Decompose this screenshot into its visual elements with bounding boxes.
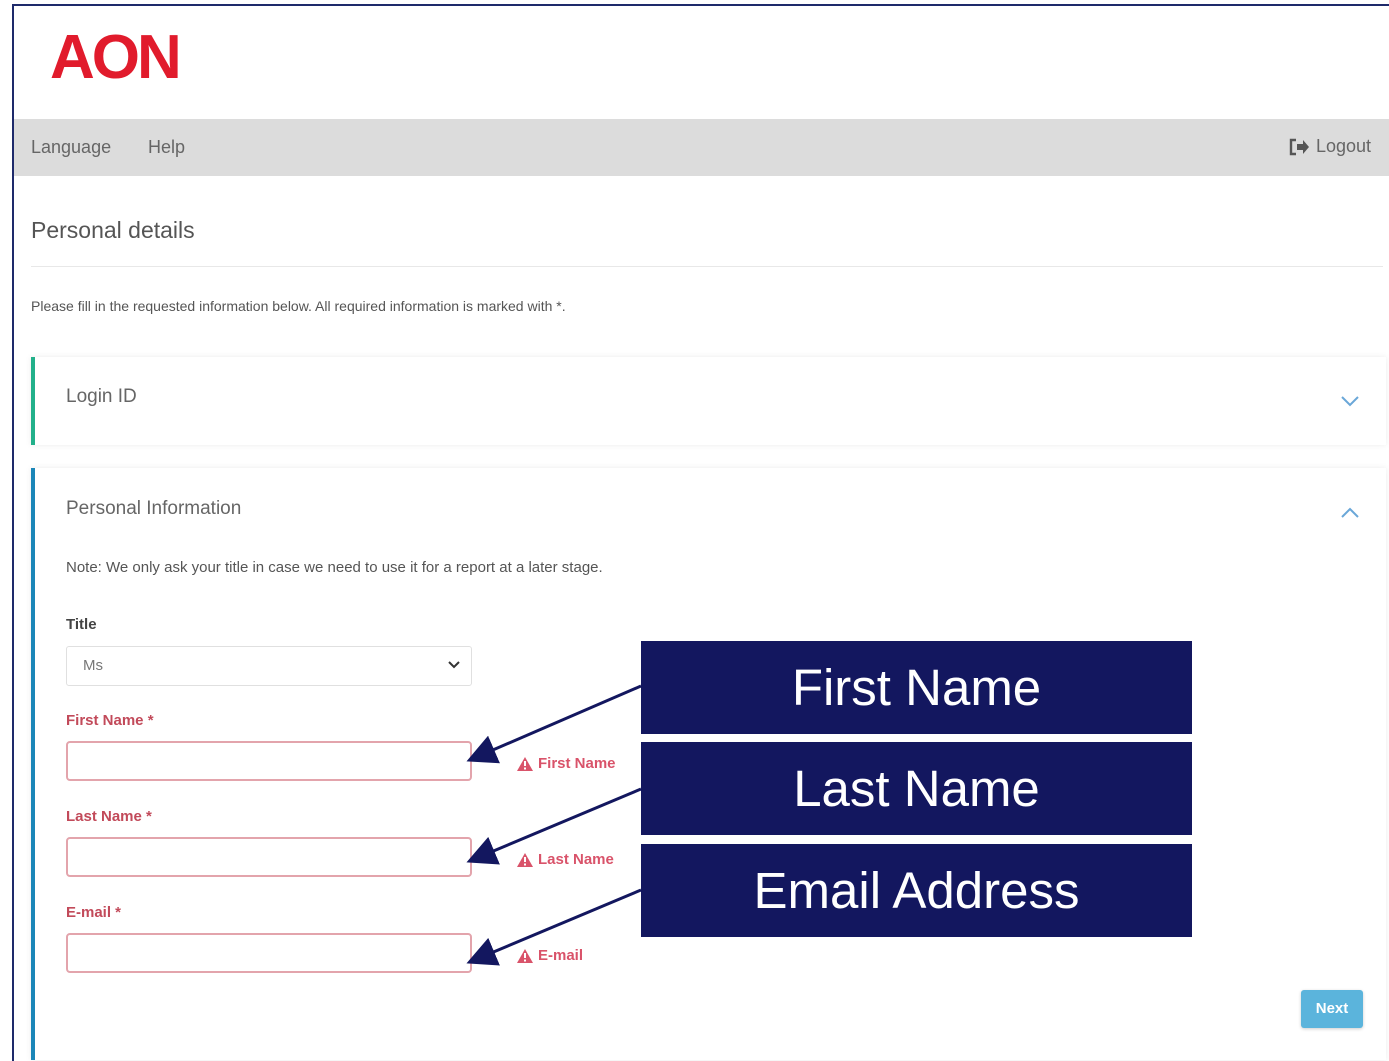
nav-language[interactable]: Language bbox=[31, 137, 111, 158]
callout-last-name: Last Name bbox=[641, 742, 1192, 835]
login-id-panel[interactable]: Login ID bbox=[31, 357, 1386, 445]
callout-email: Email Address bbox=[641, 844, 1192, 937]
logout-icon bbox=[1289, 138, 1309, 155]
instructions-text: Please fill in the requested information… bbox=[31, 298, 566, 314]
first-name-input[interactable] bbox=[66, 741, 472, 781]
callout-first-name: First Name bbox=[641, 641, 1192, 734]
page-title: Personal details bbox=[31, 217, 195, 243]
personal-information-title: Personal Information bbox=[66, 498, 242, 519]
next-button[interactable]: Next bbox=[1301, 990, 1363, 1028]
first-name-error: First Name bbox=[516, 755, 616, 772]
warning-icon bbox=[517, 852, 533, 867]
title-note: Note: We only ask your title in case we … bbox=[66, 559, 603, 576]
email-label: E-mail * bbox=[66, 904, 122, 921]
warning-icon bbox=[517, 756, 533, 771]
email-error: E-mail bbox=[516, 947, 583, 964]
title-select[interactable]: Ms bbox=[66, 646, 472, 686]
last-name-error: Last Name bbox=[516, 851, 614, 868]
title-label: Title bbox=[66, 616, 97, 633]
first-name-error-text: First Name bbox=[538, 755, 616, 772]
email-input[interactable] bbox=[66, 933, 472, 973]
first-name-label: First Name * bbox=[66, 712, 154, 729]
chevron-down-icon[interactable] bbox=[1339, 390, 1361, 412]
logout-label: Logout bbox=[1315, 136, 1371, 156]
title-divider bbox=[31, 266, 1383, 267]
last-name-input[interactable] bbox=[66, 837, 472, 877]
chevron-up-icon[interactable] bbox=[1339, 502, 1361, 524]
last-name-label: Last Name * bbox=[66, 808, 152, 825]
logout-button[interactable]: Logout bbox=[1288, 136, 1371, 157]
last-name-error-text: Last Name bbox=[538, 851, 614, 868]
warning-icon bbox=[517, 948, 533, 963]
title-select-value: Ms bbox=[83, 657, 103, 674]
email-error-text: E-mail bbox=[538, 947, 584, 964]
nav-help[interactable]: Help bbox=[148, 137, 185, 158]
top-navbar: Language Help Logout bbox=[14, 119, 1389, 176]
login-id-title: Login ID bbox=[66, 386, 137, 407]
chevron-down-icon bbox=[448, 661, 460, 669]
aon-logo: AON bbox=[50, 23, 182, 92]
